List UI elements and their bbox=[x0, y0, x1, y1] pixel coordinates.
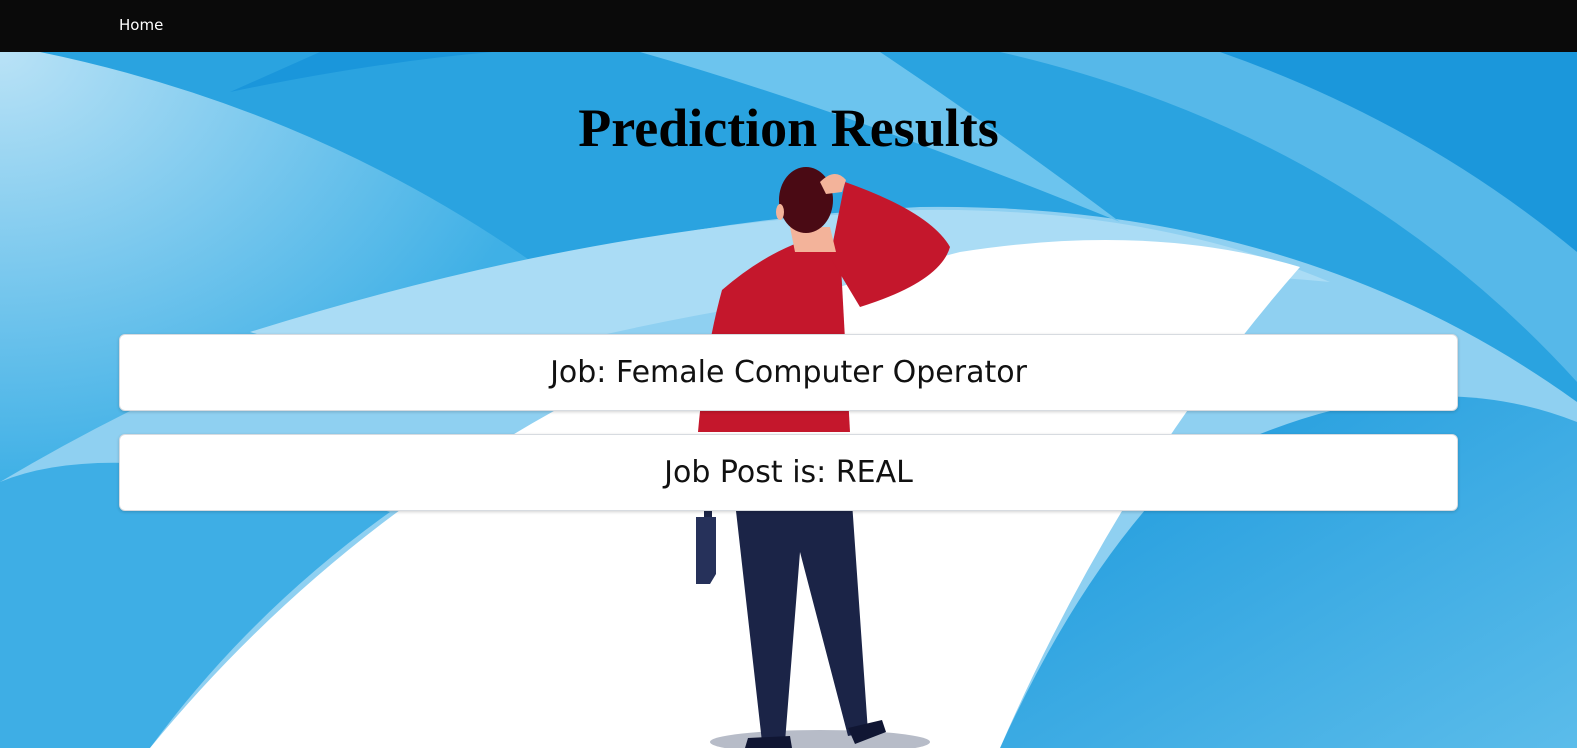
page-title: Prediction Results bbox=[578, 98, 999, 158]
post-status-result: Job Post is: REAL bbox=[664, 455, 913, 490]
post-status-card: Job Post is: REAL bbox=[119, 434, 1458, 511]
nav-home-link[interactable]: Home bbox=[119, 16, 163, 34]
top-navbar: Home bbox=[0, 0, 1577, 52]
job-title-result: Job: Female Computer Operator bbox=[550, 355, 1027, 390]
job-result-card: Job: Female Computer Operator bbox=[119, 334, 1458, 411]
